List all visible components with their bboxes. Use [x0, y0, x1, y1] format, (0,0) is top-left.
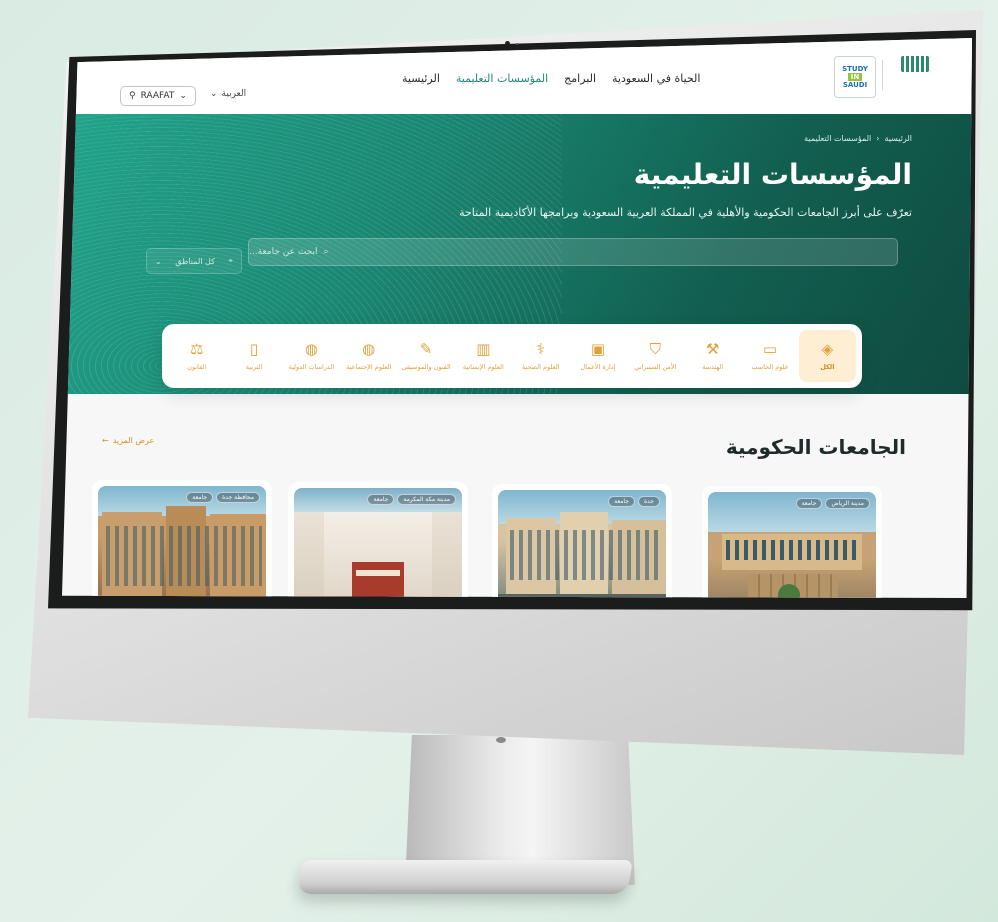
- stethoscope-icon: ⚕: [536, 340, 545, 358]
- search-icon: ⌕: [323, 247, 329, 257]
- university-card[interactable]: جدة جامعة: [492, 484, 672, 598]
- university-image: محافظة جدة جامعة: [98, 486, 266, 598]
- category-computer-science[interactable]: ▭ علوم الحاسب: [741, 330, 798, 382]
- category-humanities[interactable]: ▥ العلوم الإنسانية: [455, 330, 512, 382]
- university-image: مدينة مكة المكرمة جامعة: [294, 488, 462, 598]
- books-icon: ▥: [476, 340, 491, 358]
- university-image: مدينة الرياض جامعة: [708, 492, 876, 598]
- university-card[interactable]: مدينة الرياض جامعة: [702, 486, 882, 598]
- globe-icon: ◍: [362, 340, 376, 358]
- nav-links: الرئيسية المؤسسات التعليمية البرامج الحي…: [402, 72, 700, 85]
- language-label: العربية: [221, 89, 247, 99]
- view-more-link[interactable]: عرض المزيد ←: [102, 436, 154, 445]
- screen: STUDY IN SAUDI الرئيسية المؤسسات التعليم…: [62, 38, 972, 598]
- logo-divider: [882, 60, 883, 90]
- category-all[interactable]: ◈ الكل: [798, 330, 856, 382]
- brush-icon: ✎: [419, 340, 433, 358]
- webcam-sensor: [516, 43, 518, 45]
- tag-type: جامعة: [608, 496, 635, 507]
- chevron-down-icon: ⌄: [155, 256, 162, 266]
- search-input[interactable]: ⌕ ابحث عن جامعة...: [248, 238, 898, 266]
- layers-icon: ◈: [821, 340, 834, 358]
- breadcrumb-current: المؤسسات التعليمية: [804, 134, 872, 143]
- search-placeholder: ابحث عن جامعة...: [249, 247, 318, 257]
- monitor-chin-dot: [496, 737, 506, 743]
- wrench-icon: ⚒: [705, 340, 720, 358]
- category-health-sciences[interactable]: ⚕ العلوم الصحية: [512, 330, 569, 382]
- card-tags: محافظة جدة جامعة: [186, 492, 260, 503]
- globe-icon: ◍: [304, 340, 318, 358]
- arrow-left-icon: ←: [102, 436, 109, 445]
- monitor-base: [297, 860, 633, 894]
- card-tags: مدينة مكة المكرمة جامعة: [367, 494, 456, 505]
- category-international-studies[interactable]: ◍ الدراسات الدولية: [283, 330, 340, 382]
- user-menu-button[interactable]: ⚲ RAAFAT ⌄: [120, 86, 196, 106]
- shield-icon: ⛉: [649, 340, 661, 358]
- nav-link-life[interactable]: الحياة في السعودية: [612, 72, 700, 85]
- nav-link-institutions[interactable]: المؤسسات التعليمية: [456, 72, 548, 85]
- book-icon: ▯: [249, 340, 259, 358]
- chevron-down-icon: ⌄: [210, 89, 218, 99]
- region-select[interactable]: ⌖ كل المناطق ⌄: [146, 248, 242, 274]
- tag-type: جامعة: [795, 498, 823, 509]
- category-education[interactable]: ▯ التربية: [225, 330, 282, 382]
- category-cybersecurity[interactable]: ⛉ الأمن السيبراني: [627, 330, 684, 382]
- ministry-logo: [892, 56, 938, 94]
- category-arts-music[interactable]: ✎ الفنون والموسيقى: [397, 330, 454, 382]
- university-image: جدة جامعة: [498, 490, 666, 598]
- page-title: المؤسسات التعليمية: [633, 158, 912, 191]
- category-law[interactable]: ⚖ القانون: [168, 330, 225, 382]
- page-subtitle: تعرّف على أبرز الجامعات الحكومية والأهلي…: [459, 206, 912, 219]
- tag-location: محافظة جدة: [216, 492, 260, 503]
- nav-link-home[interactable]: الرئيسية: [402, 72, 440, 85]
- card-tags: مدينة الرياض جامعة: [795, 498, 870, 509]
- category-business[interactable]: ▣ إدارة الأعمال: [569, 330, 626, 382]
- breadcrumb-home[interactable]: الرئيسية: [884, 134, 912, 143]
- tag-location: جدة: [637, 496, 660, 507]
- tag-location: مدينة مكة المكرمة: [397, 494, 456, 505]
- category-social-sciences[interactable]: ◍ العلوم الإجتماعية: [340, 330, 397, 382]
- briefcase-icon: ▣: [590, 340, 606, 358]
- laptop-icon: ▭: [762, 340, 778, 358]
- university-card[interactable]: محافظة جدة جامعة: [92, 480, 272, 598]
- category-bar: ◈ الكل ▭ علوم الحاسب ⚒ الهندسة ⛉ الأمن ا…: [162, 324, 862, 388]
- tag-type: جامعة: [186, 492, 214, 503]
- study-in-saudi-logo[interactable]: STUDY IN SAUDI: [834, 56, 876, 98]
- ministry-emblem-icon: [901, 56, 929, 72]
- nav-link-programs[interactable]: البرامج: [564, 72, 596, 85]
- user-icon: ⚲: [129, 91, 136, 101]
- scales-icon: ⚖: [190, 340, 204, 358]
- breadcrumb: الرئيسية ‹ المؤسسات التعليمية: [804, 134, 912, 143]
- category-engineering[interactable]: ⚒ الهندسة: [684, 330, 741, 382]
- webcam: [505, 41, 510, 46]
- tag-location: مدينة الرياض: [825, 498, 870, 509]
- chevron-left-icon: ‹: [876, 134, 880, 143]
- language-selector[interactable]: ⌄ العربية: [210, 89, 246, 99]
- card-tags: جدة جامعة: [608, 496, 660, 507]
- user-name: RAAFAT: [140, 91, 175, 101]
- chevron-down-icon: ⌄: [179, 91, 187, 101]
- section-title: الجامعات الحكومية: [725, 435, 906, 459]
- university-card[interactable]: مدينة مكة المكرمة جامعة: [288, 482, 468, 598]
- location-pin-icon: ⌖: [228, 256, 233, 265]
- view-more-label: عرض المزيد: [112, 436, 155, 445]
- region-select-label: كل المناطق: [175, 256, 215, 266]
- tag-type: جامعة: [367, 494, 395, 505]
